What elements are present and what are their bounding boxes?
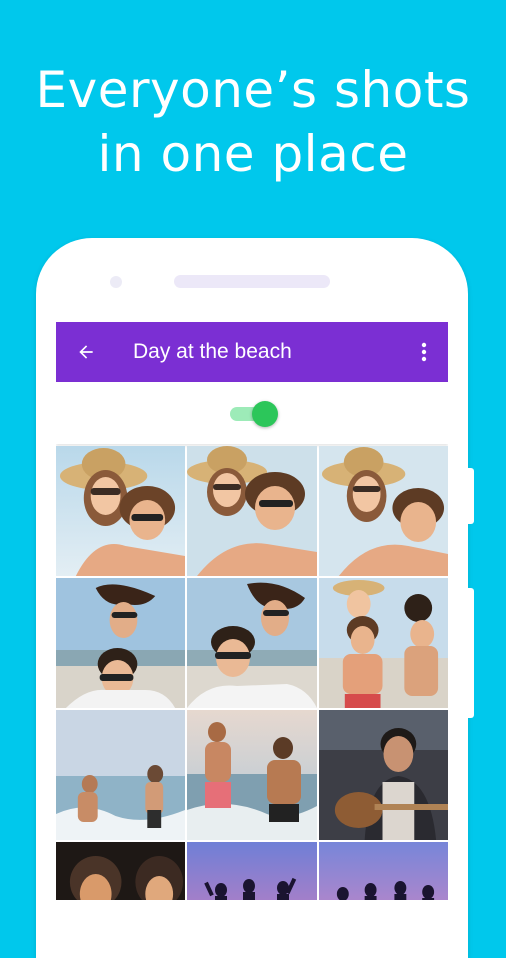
sharing-toggle-row [56,382,448,444]
promo-headline-line2: in one place [97,125,409,183]
photo-thumbnail[interactable] [187,578,317,708]
photo-thumbnail[interactable] [319,578,448,708]
photo-thumbnail[interactable] [319,710,448,840]
promo-headline: Everyone’s shots in one place [0,58,506,186]
back-button[interactable] [72,338,100,366]
overflow-menu-button[interactable] [412,338,436,366]
phone-speaker [174,275,330,288]
photo-thumbnail[interactable] [56,446,185,576]
photo-thumbnail[interactable] [56,578,185,708]
photo-thumbnail[interactable] [187,710,317,840]
photo-thumbnail[interactable] [56,710,185,840]
phone-power-button [468,468,474,524]
promo-headline-line1: Everyone’s shots [35,61,471,119]
photo-thumbnail[interactable] [319,842,448,900]
more-vert-icon [421,342,427,362]
sharing-toggle[interactable] [230,400,280,428]
front-camera [110,276,122,288]
photo-thumbnail[interactable] [319,446,448,576]
phone-volume-button [468,588,474,718]
toggle-thumb [252,401,278,427]
album-title: Day at the beach [133,340,292,363]
photo-thumbnail[interactable] [187,446,317,576]
photo-grid [56,446,448,900]
arrow-back-icon [79,345,93,359]
photo-thumbnail[interactable] [56,842,185,900]
photo-thumbnail[interactable] [187,842,317,900]
app-bar: Day at the beach [56,322,448,382]
app-screen: Day at the beach [56,322,448,900]
